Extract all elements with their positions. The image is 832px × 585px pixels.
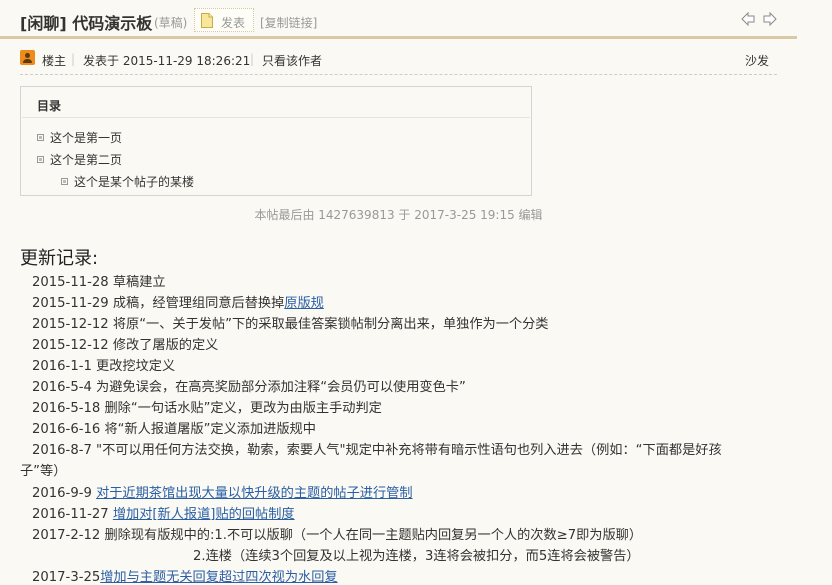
header-divider [0, 36, 797, 39]
table-of-contents: 目录 这个是第一页 这个是第二页 这个是某个帖子的某楼 [20, 86, 532, 196]
meta-separator: | [250, 52, 255, 66]
post-divider [20, 74, 777, 75]
toc-item[interactable]: 这个是第一页 [37, 129, 122, 146]
post-meta: 楼主 | 发表于 2015-11-29 18:26:21 | 只看该作者 沙发 [0, 46, 780, 72]
user-avatar-icon[interactable] [20, 50, 35, 65]
toc-divider [22, 117, 530, 118]
changelog-line: 2016-1-1 更改挖坟定义 [32, 359, 176, 374]
changelog-link[interactable]: 增加与主题无关回复超过四次视为水回复 [100, 570, 337, 585]
meta-separator: | [71, 52, 76, 66]
toc-item[interactable]: 这个是第二页 [37, 151, 122, 168]
thread-nav [741, 12, 777, 26]
edit-note: 本帖最后由 1427639813 于 2017-3-25 19:15 编辑 [254, 208, 543, 222]
bullet-icon [37, 156, 44, 163]
toc-item[interactable]: 这个是某个帖子的某楼 [61, 173, 194, 190]
changelog-heading: 更新记录: [20, 248, 99, 269]
changelog-line: 2016-5-18 删除“一句话水贴”定义，更改为由版主手动判定 [32, 401, 382, 416]
changelog-line: 2016-5-4 为避免误会，在高亮奖励部分添加注释“会员仍可以使用变色卡” [32, 380, 466, 395]
changelog-line: 2015-12-12 将原“一、关于发帖”下的采取最佳答案锁帖制分离出来，单独作… [32, 317, 549, 332]
changelog-line: 2.连楼（连续3个回复及以上视为连楼，3连将会被扣分，而5连将会被警告） [193, 549, 640, 564]
changelog-line: 2016-9-9 对于近期茶馆出现大量以快升级的主题的帖子进行管制 [32, 486, 413, 501]
thread-header: [闲聊] 代码演示板 (草稿) 发表 [复制链接] [0, 0, 797, 38]
publish-label: 发表 [221, 16, 246, 30]
changelog-line: 2017-2-12 删除现有版规中的:1.不可以版聊（一个人在同一主题贴内回复另… [32, 528, 643, 543]
changelog-link[interactable]: 对于近期茶馆出现大量以快升级的主题的帖子进行管制 [96, 486, 413, 501]
thread-title: [闲聊] 代码演示板 [20, 14, 153, 33]
publish-button[interactable]: 发表 [194, 8, 254, 32]
changelog-line: 2016-11-27 增加对[新人报道]贴的回帖制度 [32, 507, 295, 522]
only-author-link[interactable]: 只看该作者 [262, 52, 322, 69]
changelog-line: 2015-12-12 修改了屠版的定义 [32, 338, 219, 353]
changelog-line: 2015-11-28 草稿建立 [32, 275, 166, 290]
changelog-line: 2017-3-25增加与主题无关回复超过四次视为水回复 [32, 570, 338, 585]
changelog-link[interactable]: 原版规 [284, 296, 324, 311]
previous-thread-icon[interactable] [741, 12, 755, 26]
changelog-line: 2015-11-29 成稿，经管理组同意后替换掉原版规 [32, 296, 324, 311]
copy-link[interactable]: [复制链接] [260, 14, 317, 31]
changelog-link[interactable]: 增加对[新人报道]贴的回帖制度 [113, 507, 295, 522]
post-timestamp: 发表于 2015-11-29 18:26:21 [83, 54, 251, 68]
next-thread-icon[interactable] [763, 12, 777, 26]
bullet-icon [61, 178, 68, 185]
toc-title: 目录 [37, 99, 62, 113]
author-role: 楼主 [42, 54, 67, 68]
changelog-line: 2016-6-16 将“新人报道屠版”定义添加进版规中 [32, 422, 316, 437]
document-icon [201, 13, 213, 28]
changelog-line: 子”等） [20, 464, 67, 479]
floor-label[interactable]: 沙发 [745, 52, 769, 69]
bullet-icon [37, 134, 44, 141]
draft-status: (草稿) [154, 16, 188, 30]
changelog-line: 2016-8-7 "不可以用任何方法交换，勒索，索要人气"规定中补充将带有暗示性… [32, 443, 722, 458]
